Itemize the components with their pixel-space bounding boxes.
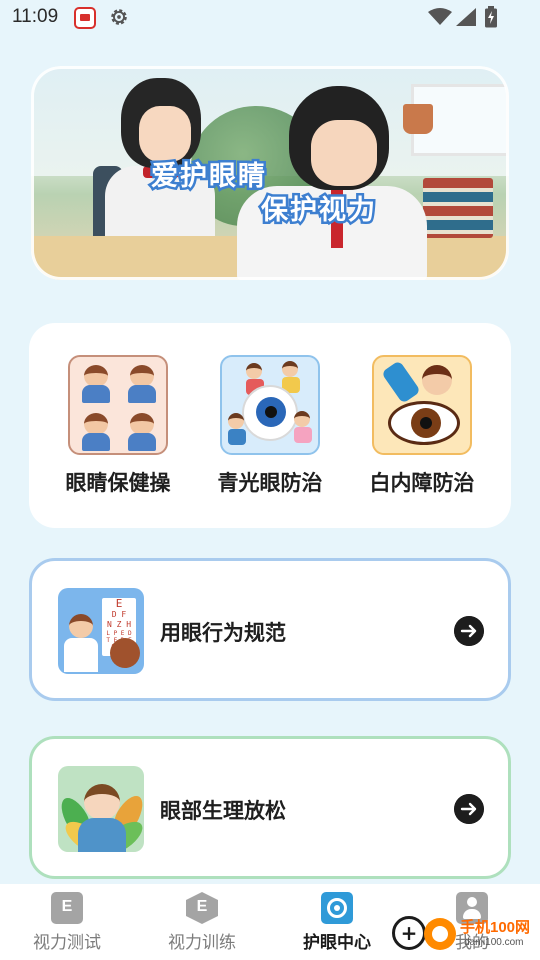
eye-chart-row: E (115, 597, 123, 610)
watermark-logo: 手机100网 danji100.com (390, 912, 540, 956)
category-label: 眼睛保健操 (65, 471, 171, 495)
signal-icon (456, 8, 476, 26)
nav-label: 视力测试 (33, 933, 101, 953)
vision-training-glyph: E (196, 898, 208, 915)
app-notification-icon (74, 7, 96, 29)
banner-image[interactable]: 爱护眼睛 保护视力 (31, 66, 509, 280)
arrow-right-icon[interactable] (454, 794, 484, 824)
category-glaucoma[interactable]: 青光眼防治 (200, 355, 340, 497)
vision-test-glyph: E (61, 898, 73, 915)
eye-care-center-icon (321, 892, 353, 924)
banner-boy-face (311, 120, 377, 186)
list-card-label: 眼部生理放松 (160, 799, 286, 823)
banner-slogan-line1: 爱护眼睛 (149, 159, 268, 195)
arrow-right-icon[interactable] (454, 616, 484, 646)
watermark-text: 手机100网 (460, 919, 531, 936)
category-label: 青光眼防治 (217, 471, 323, 495)
relaxing-child-icon (58, 766, 144, 852)
category-eye-exercise[interactable]: 眼睛保健操 (48, 355, 188, 497)
battery-icon (485, 6, 497, 28)
vision-training-icon: E (186, 892, 218, 924)
eye-chart-row: L P E D (106, 630, 132, 637)
vision-test-icon: E (51, 892, 83, 924)
banner-plant-pot (403, 104, 433, 134)
eye-chart-row: N Z H (106, 620, 132, 629)
eye-exercise-icon (68, 355, 168, 455)
nav-vision-test[interactable]: E 视力测试 (7, 892, 127, 953)
watermark-dot-icon (424, 918, 456, 950)
category-cataract[interactable]: 白内障防治 (352, 355, 492, 497)
watermark-url: danji100.com (464, 937, 524, 948)
category-card: 眼睛保健操 青光眼防治 白内障防治 (29, 323, 511, 528)
gear-icon (111, 9, 127, 25)
eye-chart-row: D F (111, 610, 127, 619)
nav-vision-training[interactable]: E 视力训练 (142, 892, 262, 953)
eye-chart-doctor-icon: E D F N Z H L P E D T E D F O C P (58, 588, 144, 674)
nav-label: 视力训练 (168, 933, 236, 953)
wifi-icon (428, 8, 452, 25)
category-label: 白内障防治 (369, 471, 475, 495)
list-card-eye-habits[interactable]: E D F N Z H L P E D T E D F O C P 用眼行为规范 (29, 558, 511, 701)
cataract-icon (372, 355, 472, 455)
nav-label: 护眼中心 (303, 933, 371, 953)
status-time: 11:09 (12, 6, 59, 27)
watermark-plus-icon (392, 916, 426, 950)
patient-figure (110, 638, 140, 668)
list-card-label: 用眼行为规范 (160, 621, 286, 645)
list-card-eye-relax[interactable]: 眼部生理放松 (29, 736, 511, 879)
banner-slogan-line2: 保护视力 (259, 193, 378, 229)
status-bar: 11:09 (0, 0, 540, 36)
glaucoma-icon (220, 355, 320, 455)
doctor-figure (64, 614, 98, 674)
banner-books (423, 178, 493, 238)
nav-eye-care-center[interactable]: 护眼中心 (277, 892, 397, 953)
